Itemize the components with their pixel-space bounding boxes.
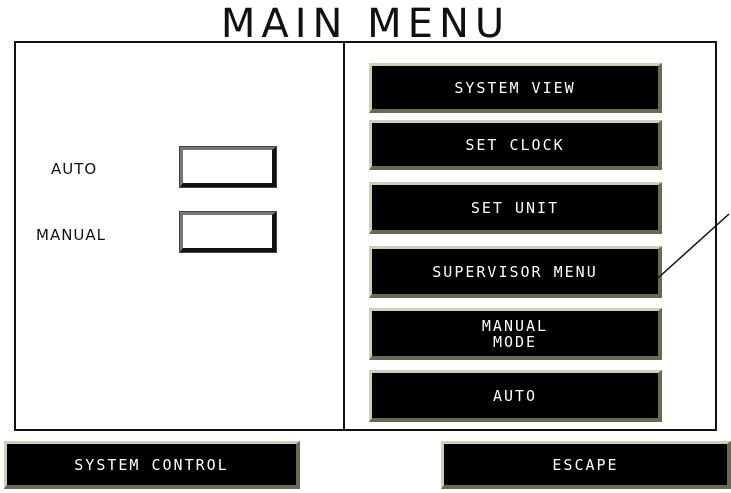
manual-mode-button[interactable]: MANUAL MODE xyxy=(369,308,662,360)
system-view-label: SYSTEM VIEW xyxy=(454,78,576,97)
system-control-label: SYSTEM CONTROL xyxy=(74,455,229,474)
set-unit-label: SET UNIT xyxy=(470,198,560,217)
callout-line xyxy=(657,213,730,279)
system-view-button[interactable]: SYSTEM VIEW xyxy=(369,63,662,113)
panel-divider xyxy=(343,41,345,431)
set-clock-label: SET CLOCK xyxy=(465,135,565,154)
page-title: MAIN MENU xyxy=(220,1,511,47)
supervisor-menu-button[interactable]: SUPERVISOR MENU xyxy=(369,246,662,298)
manual-status-indicator xyxy=(179,211,277,253)
manual-mode-label: MANUAL MODE xyxy=(481,316,549,351)
manual-status-label: MANUAL xyxy=(36,226,107,244)
escape-label: ESCAPE xyxy=(552,455,619,474)
auto-status-indicator xyxy=(179,146,277,188)
escape-button[interactable]: ESCAPE xyxy=(441,441,731,489)
supervisor-menu-label: SUPERVISOR MENU xyxy=(432,262,598,281)
auto-mode-label: AUTO xyxy=(492,386,538,405)
set-clock-button[interactable]: SET CLOCK xyxy=(369,120,662,170)
auto-mode-button[interactable]: AUTO xyxy=(369,370,662,422)
system-control-button[interactable]: SYSTEM CONTROL xyxy=(4,441,300,489)
callout-line-stroke xyxy=(657,213,730,279)
set-unit-button[interactable]: SET UNIT xyxy=(369,182,662,234)
auto-status-label: AUTO xyxy=(51,160,98,178)
